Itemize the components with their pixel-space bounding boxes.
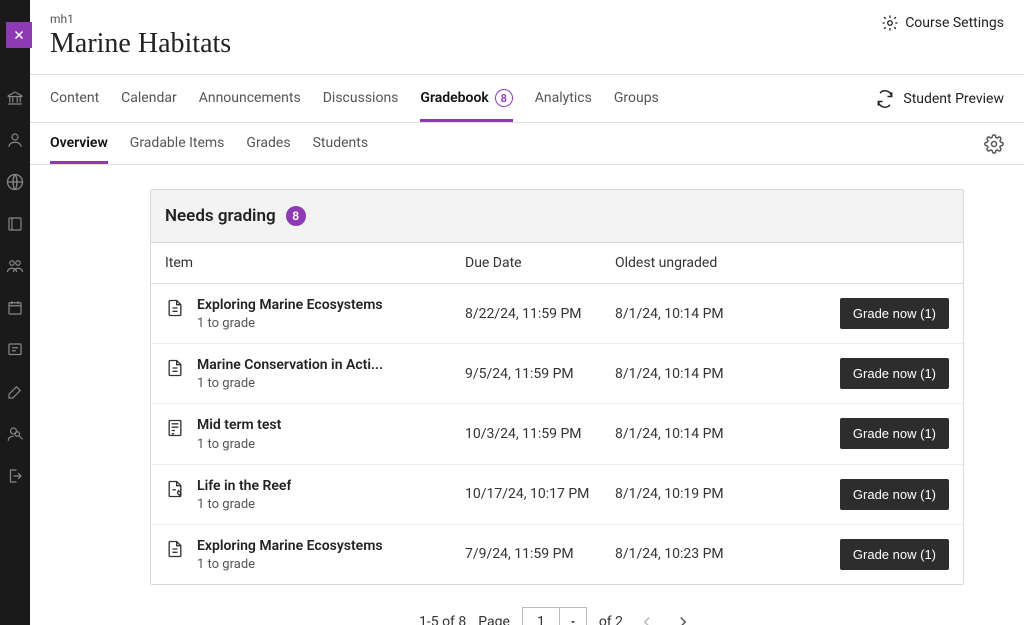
pager-page-select[interactable]: 1 xyxy=(522,607,587,625)
table-row: Exploring Marine Ecosystems 1 to grade 8/2… xyxy=(151,284,963,344)
tab-content[interactable]: Content xyxy=(50,75,99,122)
grade-now-button[interactable]: Grade now (1) xyxy=(840,298,949,329)
pager-page-label: Page xyxy=(478,614,510,625)
item-due-date: 10/3/24, 11:59 PM xyxy=(465,426,615,442)
item-type-icon xyxy=(165,358,185,378)
subtab-gradable-items[interactable]: Gradable Items xyxy=(130,123,225,164)
course-settings-label: Course Settings xyxy=(905,15,1004,31)
tab-groups[interactable]: Groups xyxy=(614,75,659,122)
student-preview-button[interactable]: Student Preview xyxy=(875,89,1004,109)
courses-icon[interactable] xyxy=(5,214,25,234)
student-preview-label: Student Preview xyxy=(903,91,1004,107)
left-nav-rail xyxy=(0,0,30,625)
col-header-due: Due Date xyxy=(465,255,615,271)
subtab-grades[interactable]: Grades xyxy=(246,123,290,164)
table-row: Mid term test 1 to grade 10/3/24, 11:59 PM… xyxy=(151,404,963,464)
pager-next-button[interactable] xyxy=(671,610,695,625)
messages-icon[interactable] xyxy=(5,340,25,360)
item-title[interactable]: Mid term test xyxy=(197,416,281,434)
needs-grading-panel: Needs grading 8 Item Due Date Oldest ung… xyxy=(150,189,964,585)
table-row: Life in the Reef 1 to grade 10/17/24, 10:1… xyxy=(151,465,963,525)
grade-now-button[interactable]: Grade now (1) xyxy=(840,539,949,570)
item-subtext: 1 to grade xyxy=(197,497,291,512)
item-subtext: 1 to grade xyxy=(197,376,383,391)
pager-prev-button[interactable] xyxy=(635,610,659,625)
primary-tabs: Content Calendar Announcements Discussio… xyxy=(30,75,1024,123)
item-title[interactable]: Life in the Reef xyxy=(197,477,291,495)
grade-now-button[interactable]: Grade now (1) xyxy=(840,479,949,510)
panel-badge: 8 xyxy=(286,206,306,226)
subtab-students[interactable]: Students xyxy=(313,123,368,164)
signout-icon[interactable] xyxy=(5,466,25,486)
pager-caret-icon xyxy=(559,608,586,625)
profile-icon[interactable] xyxy=(5,130,25,150)
globe-icon[interactable] xyxy=(5,172,25,192)
course-header: mh1 Marine Habitats Course Settings xyxy=(30,0,1024,75)
item-due-date: 10/17/24, 10:17 PM xyxy=(465,486,615,502)
tab-calendar[interactable]: Calendar xyxy=(121,75,177,122)
item-title[interactable]: Exploring Marine Ecosystems xyxy=(197,537,383,555)
close-panel-button[interactable] xyxy=(6,22,32,48)
tab-gradebook-label: Gradebook xyxy=(420,90,488,106)
item-oldest-ungraded: 8/1/24, 10:14 PM xyxy=(615,426,829,442)
col-header-oldest: Oldest ungraded xyxy=(615,255,829,271)
tab-gradebook[interactable]: Gradebook 8 xyxy=(420,75,512,122)
gradebook-badge: 8 xyxy=(495,89,513,107)
tab-discussions[interactable]: Discussions xyxy=(323,75,399,122)
item-type-icon xyxy=(165,418,185,438)
item-title[interactable]: Marine Conservation in Acti... xyxy=(197,356,383,374)
item-oldest-ungraded: 8/1/24, 10:19 PM xyxy=(615,486,829,502)
search-person-icon[interactable] xyxy=(5,424,25,444)
item-oldest-ungraded: 8/1/24, 10:23 PM xyxy=(615,546,829,562)
pager-current: 1 xyxy=(523,614,559,625)
pager-of-label: of 2 xyxy=(599,614,623,625)
gradebook-settings-button[interactable] xyxy=(984,126,1004,162)
grade-now-button[interactable]: Grade now (1) xyxy=(840,418,949,449)
institution-icon[interactable] xyxy=(5,88,25,108)
pagination: 1-5 of 8 Page 1 of 2 xyxy=(150,607,964,625)
gradebook-subtabs: Overview Gradable Items Grades Students xyxy=(30,123,1024,165)
item-title[interactable]: Exploring Marine Ecosystems xyxy=(197,296,383,314)
item-oldest-ungraded: 8/1/24, 10:14 PM xyxy=(615,366,829,382)
item-type-icon xyxy=(165,539,185,559)
item-type-icon xyxy=(165,479,185,499)
groups-icon[interactable] xyxy=(5,256,25,276)
calendar-icon[interactable] xyxy=(5,298,25,318)
item-due-date: 8/22/24, 11:59 PM xyxy=(465,306,615,322)
item-subtext: 1 to grade xyxy=(197,316,383,331)
item-subtext: 1 to grade xyxy=(197,557,383,572)
course-title: Marine Habitats xyxy=(50,28,231,60)
tab-announcements[interactable]: Announcements xyxy=(199,75,301,122)
grade-now-button[interactable]: Grade now (1) xyxy=(840,358,949,389)
col-header-item: Item xyxy=(165,255,465,271)
table-row: Exploring Marine Ecosystems 1 to grade 7/9… xyxy=(151,525,963,584)
table-header-row: Item Due Date Oldest ungraded xyxy=(151,243,963,284)
edit-icon[interactable] xyxy=(5,382,25,402)
item-due-date: 7/9/24, 11:59 PM xyxy=(465,546,615,562)
subtab-overview[interactable]: Overview xyxy=(50,123,108,164)
pager-range: 1-5 of 8 xyxy=(419,614,466,625)
breadcrumb: mh1 xyxy=(50,12,231,26)
item-type-icon xyxy=(165,298,185,318)
course-settings-button[interactable]: Course Settings xyxy=(881,14,1004,32)
panel-title: Needs grading xyxy=(165,206,276,226)
tab-analytics[interactable]: Analytics xyxy=(535,75,592,122)
item-subtext: 1 to grade xyxy=(197,437,281,452)
table-row: Marine Conservation in Acti... 1 to grade… xyxy=(151,344,963,404)
item-oldest-ungraded: 8/1/24, 10:14 PM xyxy=(615,306,829,322)
item-due-date: 9/5/24, 11:59 PM xyxy=(465,366,615,382)
